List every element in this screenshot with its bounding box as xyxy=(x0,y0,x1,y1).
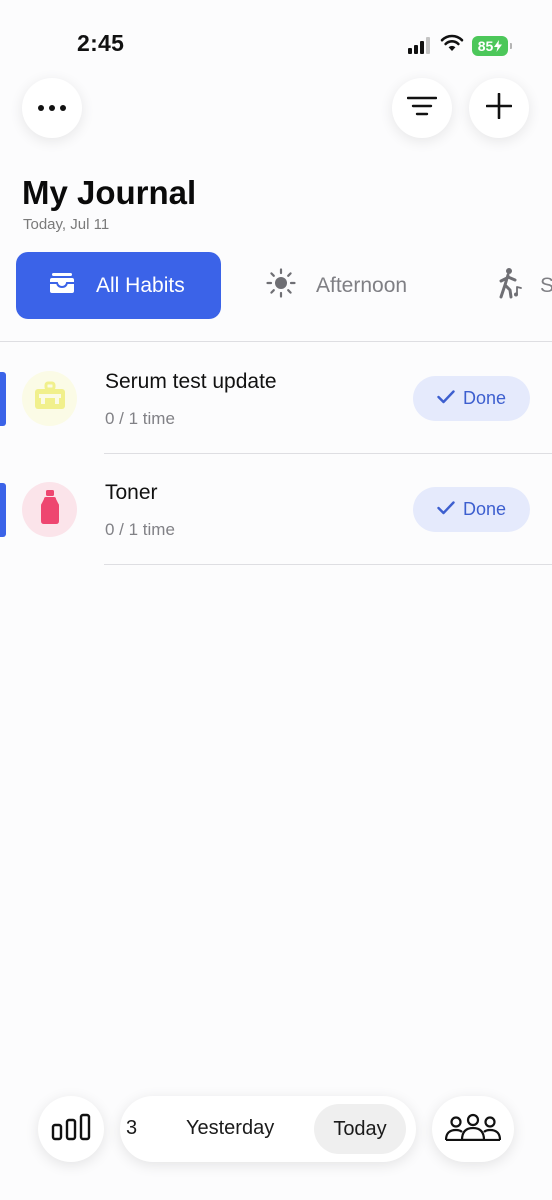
done-button[interactable]: Done xyxy=(413,487,530,532)
done-label: Done xyxy=(462,388,507,408)
date-option-partial[interactable]: 3 xyxy=(126,1117,137,1140)
done-button[interactable]: Done xyxy=(413,376,530,421)
checkmark-icon xyxy=(437,499,455,520)
row-accent xyxy=(0,372,6,426)
journal-screen: 2:45 85 My Journal Today, Jul 11 All Hab… xyxy=(0,0,552,1200)
habit-progress: 0 / 1 time xyxy=(105,520,175,539)
walking-icon xyxy=(494,267,524,304)
bottle-icon xyxy=(39,490,61,529)
group-icon xyxy=(444,1113,502,1146)
toolbox-icon xyxy=(34,381,66,416)
sort-button[interactable] xyxy=(392,78,452,138)
status-icons: 85 xyxy=(408,34,512,57)
tab-all-habits[interactable]: All Habits xyxy=(16,252,221,319)
row-accent xyxy=(0,483,6,537)
plus-icon xyxy=(485,92,513,124)
tray-icon xyxy=(48,272,76,299)
sun-icon xyxy=(266,268,296,303)
divider xyxy=(104,564,552,565)
status-time: 2:45 xyxy=(77,30,125,56)
habit-icon xyxy=(22,482,77,537)
social-button[interactable] xyxy=(432,1096,514,1162)
date-option-yesterday[interactable]: Yesterday xyxy=(186,1117,274,1140)
habit-filter-tabs: All Habits Afternoon S xyxy=(16,252,552,320)
page-title: My Journal xyxy=(22,174,197,211)
wifi-icon xyxy=(440,34,464,57)
habit-icon xyxy=(22,371,77,426)
habit-row[interactable]: Toner 0 / 1 time Done xyxy=(0,453,552,564)
tab-label: S xyxy=(540,273,552,297)
more-icon xyxy=(37,99,67,117)
date-selector[interactable]: 3 Yesterday Today xyxy=(120,1096,416,1162)
tab-afternoon[interactable]: Afternoon xyxy=(266,252,407,319)
habit-name: Toner xyxy=(105,481,158,504)
tab-sports[interactable]: S xyxy=(494,252,552,319)
done-label: Done xyxy=(462,499,507,519)
bar-chart-icon xyxy=(51,1113,91,1146)
habit-row[interactable]: Serum test update 0 / 1 time Done xyxy=(0,342,552,453)
checkmark-icon xyxy=(437,388,455,409)
battery-charging-icon: 85 xyxy=(472,35,512,56)
date-option-today[interactable]: Today xyxy=(314,1104,406,1154)
habit-progress: 0 / 1 time xyxy=(105,409,175,428)
battery-level: 85 xyxy=(477,37,494,54)
tab-label: All Habits xyxy=(96,273,185,297)
page-date: Today, Jul 11 xyxy=(23,216,110,233)
more-button[interactable] xyxy=(22,78,82,138)
habit-name: Serum test update xyxy=(105,370,277,393)
tab-label: Afternoon xyxy=(316,273,408,297)
sort-icon xyxy=(406,96,438,121)
add-habit-button[interactable] xyxy=(469,78,529,138)
stats-button[interactable] xyxy=(38,1096,104,1162)
cellular-signal-icon xyxy=(408,37,432,54)
